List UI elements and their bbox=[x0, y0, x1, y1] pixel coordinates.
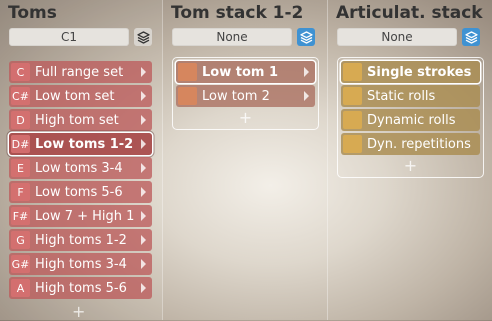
chevron-right-icon[interactable] bbox=[141, 259, 146, 269]
chevron-right-icon[interactable] bbox=[141, 283, 146, 293]
chevron-right-icon[interactable] bbox=[304, 67, 309, 77]
articulation-stack-panel: Single strokes Static rolls Dynamic roll… bbox=[337, 57, 484, 178]
tom-stack-item-low-tom-1[interactable]: Low tom 1 bbox=[176, 61, 315, 83]
tom-stack-layers-button[interactable] bbox=[297, 28, 315, 46]
tom-stack-title: Tom stack 1-2 bbox=[171, 3, 304, 23]
layers-icon bbox=[299, 30, 313, 44]
chevron-right-icon[interactable] bbox=[141, 67, 146, 77]
tom-item-high-toms-5-6[interactable]: A High toms 5-6 bbox=[9, 277, 152, 299]
layers-icon bbox=[464, 30, 478, 44]
articulation-item-label: Static rolls bbox=[367, 88, 436, 104]
color-swatch bbox=[343, 111, 362, 129]
tom-item-low-toms-5-6[interactable]: F Low toms 5-6 bbox=[9, 181, 152, 203]
tom-item-full-range-set[interactable]: C Full range set bbox=[9, 61, 152, 83]
color-swatch bbox=[343, 63, 362, 81]
articulation-item-label: Single strokes bbox=[367, 64, 472, 80]
articulation-item-dynamic-rolls[interactable]: Dynamic rolls bbox=[341, 109, 480, 131]
chevron-right-icon[interactable] bbox=[141, 163, 146, 173]
add-tom-stack-item-button[interactable]: + bbox=[176, 109, 315, 127]
tom-item-label: Full range set bbox=[35, 64, 124, 80]
articulation-item-label: Dyn. repetitions bbox=[367, 136, 471, 152]
tom-item-low-7-high-1[interactable]: F# Low 7 + High 1 bbox=[9, 205, 152, 227]
note-key: C# bbox=[11, 87, 30, 105]
color-swatch bbox=[178, 87, 197, 105]
tom-item-label: High toms 3-4 bbox=[35, 256, 127, 272]
articulation-stack-column: Articulat. stack None Single strokes Sta… bbox=[328, 0, 492, 320]
articulation-stack-title: Articulat. stack bbox=[336, 3, 483, 23]
articulation-stack-selector[interactable]: None bbox=[337, 28, 457, 46]
tom-item-label: Low toms 3-4 bbox=[35, 160, 123, 176]
toms-note-selector[interactable]: C1 bbox=[9, 28, 129, 46]
toms-title: Toms bbox=[8, 3, 57, 23]
articulation-item-static-rolls[interactable]: Static rolls bbox=[341, 85, 480, 107]
tom-item-high-toms-3-4[interactable]: G# High toms 3-4 bbox=[9, 253, 152, 275]
tom-item-label: Low 7 + High 1 bbox=[35, 208, 135, 224]
chevron-right-icon[interactable] bbox=[304, 91, 309, 101]
tom-stack-panel: Low tom 1 Low tom 2 + bbox=[172, 57, 319, 130]
tom-stack-item-label: Low tom 1 bbox=[202, 64, 279, 80]
chevron-right-icon[interactable] bbox=[141, 187, 146, 197]
color-swatch bbox=[178, 63, 197, 81]
note-key: C bbox=[11, 63, 30, 81]
tom-stack-item-low-tom-2[interactable]: Low tom 2 bbox=[176, 85, 315, 107]
note-key: G bbox=[11, 231, 30, 249]
tom-stack-item-label: Low tom 2 bbox=[202, 88, 270, 104]
tom-item-high-tom-set[interactable]: D High tom set bbox=[9, 109, 152, 131]
tom-stack-column: Tom stack 1-2 None Low tom 1 Low tom 2 + bbox=[163, 0, 327, 320]
tom-item-low-tom-set[interactable]: C# Low tom set bbox=[9, 85, 152, 107]
chevron-right-icon[interactable] bbox=[141, 211, 146, 221]
tom-item-high-toms-1-2[interactable]: G High toms 1-2 bbox=[9, 229, 152, 251]
note-key: D bbox=[11, 111, 30, 129]
articulation-item-dyn-repetitions[interactable]: Dyn. repetitions bbox=[341, 133, 480, 155]
chevron-right-icon[interactable] bbox=[141, 139, 146, 149]
note-key: F bbox=[11, 183, 30, 201]
tom-item-label: Low toms 5-6 bbox=[35, 184, 123, 200]
note-key: A bbox=[11, 279, 30, 297]
tom-item-low-toms-1-2[interactable]: D# Low toms 1-2 bbox=[9, 133, 152, 155]
tom-item-label: Low toms 1-2 bbox=[35, 136, 134, 152]
note-key: D# bbox=[11, 135, 30, 153]
add-articulation-button[interactable]: + bbox=[341, 157, 480, 175]
articulation-item-single-strokes[interactable]: Single strokes bbox=[341, 61, 480, 83]
tom-stack-selector[interactable]: None bbox=[172, 28, 292, 46]
chevron-right-icon[interactable] bbox=[141, 235, 146, 245]
chevron-right-icon[interactable] bbox=[141, 91, 146, 101]
tom-item-label: High toms 1-2 bbox=[35, 232, 127, 248]
layers-icon bbox=[136, 30, 150, 44]
articulation-item-label: Dynamic rolls bbox=[367, 112, 456, 128]
color-swatch bbox=[343, 135, 362, 153]
note-key: G# bbox=[11, 255, 30, 273]
tom-item-label: High toms 5-6 bbox=[35, 280, 127, 296]
color-swatch bbox=[343, 87, 362, 105]
tom-item-label: Low tom set bbox=[35, 88, 115, 104]
add-tom-button[interactable]: + bbox=[72, 302, 85, 321]
toms-list: C Full range set C# Low tom set D High t… bbox=[9, 61, 152, 301]
note-key: F# bbox=[11, 207, 30, 225]
toms-column: Toms C1 C Full range set C# Low tom set … bbox=[0, 0, 162, 321]
articulation-stack-layers-button[interactable] bbox=[462, 28, 480, 46]
tom-item-label: High tom set bbox=[35, 112, 119, 128]
chevron-right-icon[interactable] bbox=[141, 115, 146, 125]
tom-item-low-toms-3-4[interactable]: E Low toms 3-4 bbox=[9, 157, 152, 179]
note-key: E bbox=[11, 159, 30, 177]
toms-stack-button[interactable] bbox=[134, 28, 152, 46]
